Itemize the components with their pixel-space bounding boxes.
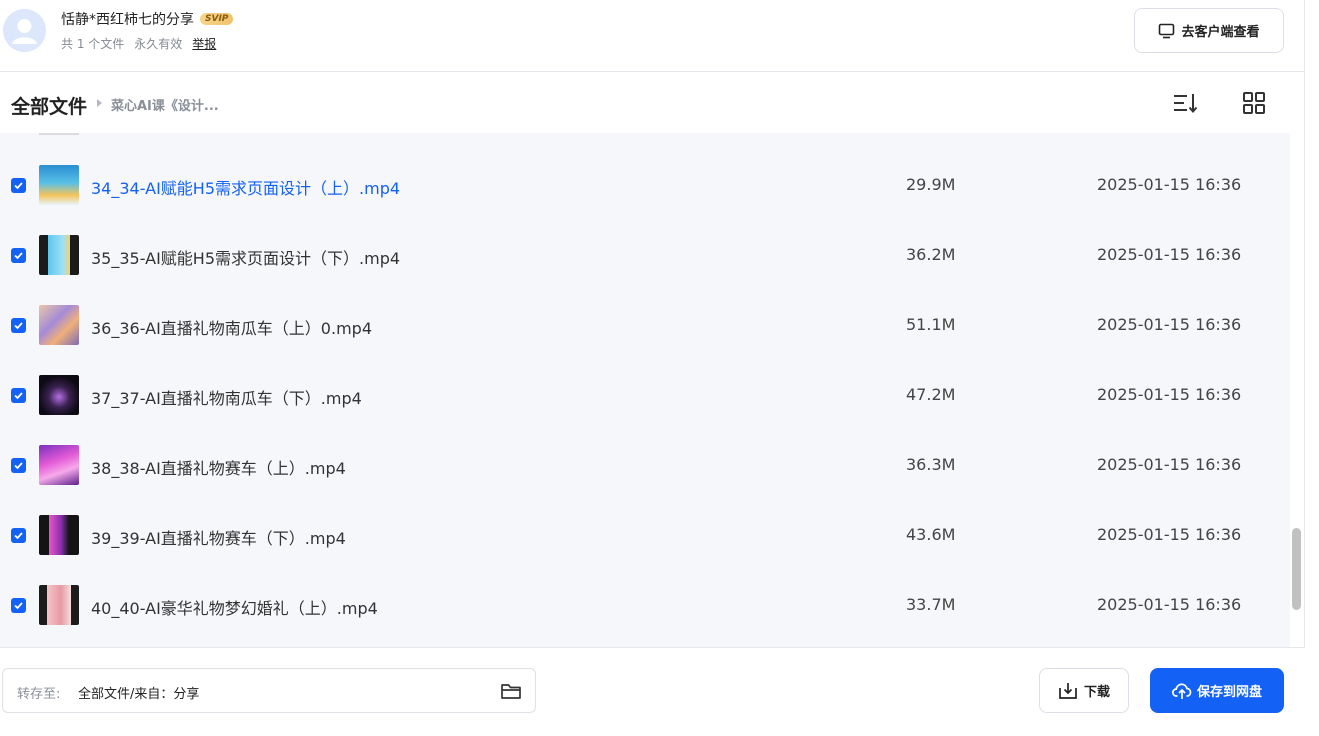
share-panel: 恬静*西红柿七的分享 SVIP 共 1 个文件 永久有效 举报 去客户端查看 全…: [0, 0, 1305, 736]
file-date: 2025-01-15 16:36: [1097, 455, 1242, 474]
check-icon: [14, 252, 23, 260]
file-size: 51.1M: [906, 315, 956, 334]
file-name[interactable]: 40_40-AI豪华礼物梦幻婚礼（上）.mp4: [91, 595, 378, 619]
report-link[interactable]: 举报: [192, 35, 216, 52]
sort-icon[interactable]: [1172, 91, 1198, 115]
validity: 永久有效: [134, 37, 183, 51]
file-date: 2025-01-15 16:36: [1097, 595, 1242, 614]
check-icon: [14, 322, 23, 330]
check-icon: [14, 182, 23, 190]
row-checkbox[interactable]: [11, 178, 26, 193]
download-label: 下载: [1083, 685, 1110, 700]
row-checkbox[interactable]: [11, 388, 26, 403]
file-name[interactable]: 34_34-AI赋能H5需求页面设计（上）.mp4: [91, 175, 400, 199]
file-size: 29.9M: [906, 175, 956, 194]
list-item[interactable]: 40_40-AI豪华礼物梦幻婚礼（上）.mp4 33.7M 2025-01-15…: [0, 571, 1290, 641]
file-size: 33.7M: [906, 595, 956, 614]
download-button[interactable]: 下载: [1039, 668, 1129, 713]
row-checkbox[interactable]: [11, 248, 26, 263]
breadcrumb-current[interactable]: 菜心AI课《设计...: [111, 95, 219, 114]
breadcrumb: 全部文件 菜心AI课《设计...: [0, 73, 1305, 133]
list-item-partial: [39, 133, 79, 135]
breadcrumb-root[interactable]: 全部文件: [11, 92, 87, 119]
file-date: 2025-01-15 16:36: [1097, 525, 1242, 544]
check-icon: [14, 532, 23, 540]
cloud-upload-icon: [1171, 682, 1192, 699]
avatar: [3, 9, 46, 52]
share-title: 恬静*西红柿七的分享 SVIP: [61, 9, 234, 29]
file-date: 2025-01-15 16:36: [1097, 315, 1242, 334]
row-checkbox[interactable]: [11, 458, 26, 473]
user-avatar-icon: [3, 9, 46, 52]
video-thumbnail: [39, 585, 79, 625]
save-path-value: 全部文件/来自：分享: [78, 687, 200, 702]
grid-view-icon[interactable]: [1241, 91, 1267, 115]
share-meta: 共 1 个文件 永久有效 举报: [61, 35, 216, 52]
open-client-label: 去客户端查看: [1181, 25, 1260, 40]
file-name[interactable]: 38_38-AI直播礼物赛车（上）.mp4: [91, 455, 346, 479]
save-to-drive-button[interactable]: 保存到网盘: [1150, 668, 1284, 713]
file-size: 36.2M: [906, 245, 956, 264]
open-client-button[interactable]: 去客户端查看: [1134, 8, 1284, 53]
save-to-drive-label: 保存到网盘: [1196, 685, 1262, 700]
list-item[interactable]: 34_34-AI赋能H5需求页面设计（上）.mp4 29.9M 2025-01-…: [0, 151, 1290, 221]
save-path-label: 转存至:: [17, 687, 61, 702]
svip-badge: SVIP: [200, 13, 234, 25]
download-icon: [1059, 682, 1077, 699]
file-list: 34_34-AI赋能H5需求页面设计（上）.mp4 29.9M 2025-01-…: [0, 133, 1290, 647]
video-thumbnail: [39, 445, 79, 485]
video-thumbnail: [39, 235, 79, 275]
file-date: 2025-01-15 16:36: [1097, 385, 1242, 404]
file-date: 2025-01-15 16:36: [1097, 175, 1242, 194]
video-thumbnail: [39, 515, 79, 555]
share-header: 恬静*西红柿七的分享 SVIP 共 1 个文件 永久有效 举报 去客户端查看: [0, 0, 1305, 72]
list-item[interactable]: 37_37-AI直播礼物南瓜车（下）.mp4 47.2M 2025-01-15 …: [0, 361, 1290, 431]
row-checkbox[interactable]: [11, 598, 26, 613]
monitor-icon: [1159, 23, 1175, 38]
share-owner-title: 恬静*西红柿七的分享: [61, 12, 194, 28]
file-count: 共 1 个文件: [61, 37, 125, 51]
file-name[interactable]: 35_35-AI赋能H5需求页面设计（下）.mp4: [91, 245, 400, 269]
scrollbar-thumb[interactable]: [1292, 528, 1301, 610]
row-checkbox[interactable]: [11, 528, 26, 543]
check-icon: [14, 462, 23, 470]
file-name[interactable]: 37_37-AI直播礼物南瓜车（下）.mp4: [91, 385, 362, 409]
footer-bar: 转存至: 全部文件/来自：分享 下载 保存到网盘: [0, 647, 1305, 736]
list-item[interactable]: 36_36-AI直播礼物南瓜车（上）0.mp4 51.1M 2025-01-15…: [0, 291, 1290, 361]
check-icon: [14, 602, 23, 610]
file-name[interactable]: 39_39-AI直播礼物赛车（下）.mp4: [91, 525, 346, 549]
file-size: 43.6M: [906, 525, 956, 544]
row-checkbox[interactable]: [11, 318, 26, 333]
list-item[interactable]: 35_35-AI赋能H5需求页面设计（下）.mp4 36.2M 2025-01-…: [0, 221, 1290, 291]
breadcrumb-separator-icon: [97, 99, 102, 107]
file-name[interactable]: 36_36-AI直播礼物南瓜车（上）0.mp4: [91, 315, 372, 339]
save-path-field[interactable]: 转存至: 全部文件/来自：分享: [2, 668, 536, 713]
file-date: 2025-01-15 16:36: [1097, 245, 1242, 264]
video-thumbnail: [39, 305, 79, 345]
file-size: 36.3M: [906, 455, 956, 474]
check-icon: [14, 392, 23, 400]
video-thumbnail: [39, 375, 79, 415]
list-item[interactable]: 39_39-AI直播礼物赛车（下）.mp4 43.6M 2025-01-15 1…: [0, 501, 1290, 571]
list-item[interactable]: 38_38-AI直播礼物赛车（上）.mp4 36.3M 2025-01-15 1…: [0, 431, 1290, 501]
folder-icon[interactable]: [500, 681, 522, 701]
file-size: 47.2M: [906, 385, 956, 404]
video-thumbnail: [39, 165, 79, 205]
